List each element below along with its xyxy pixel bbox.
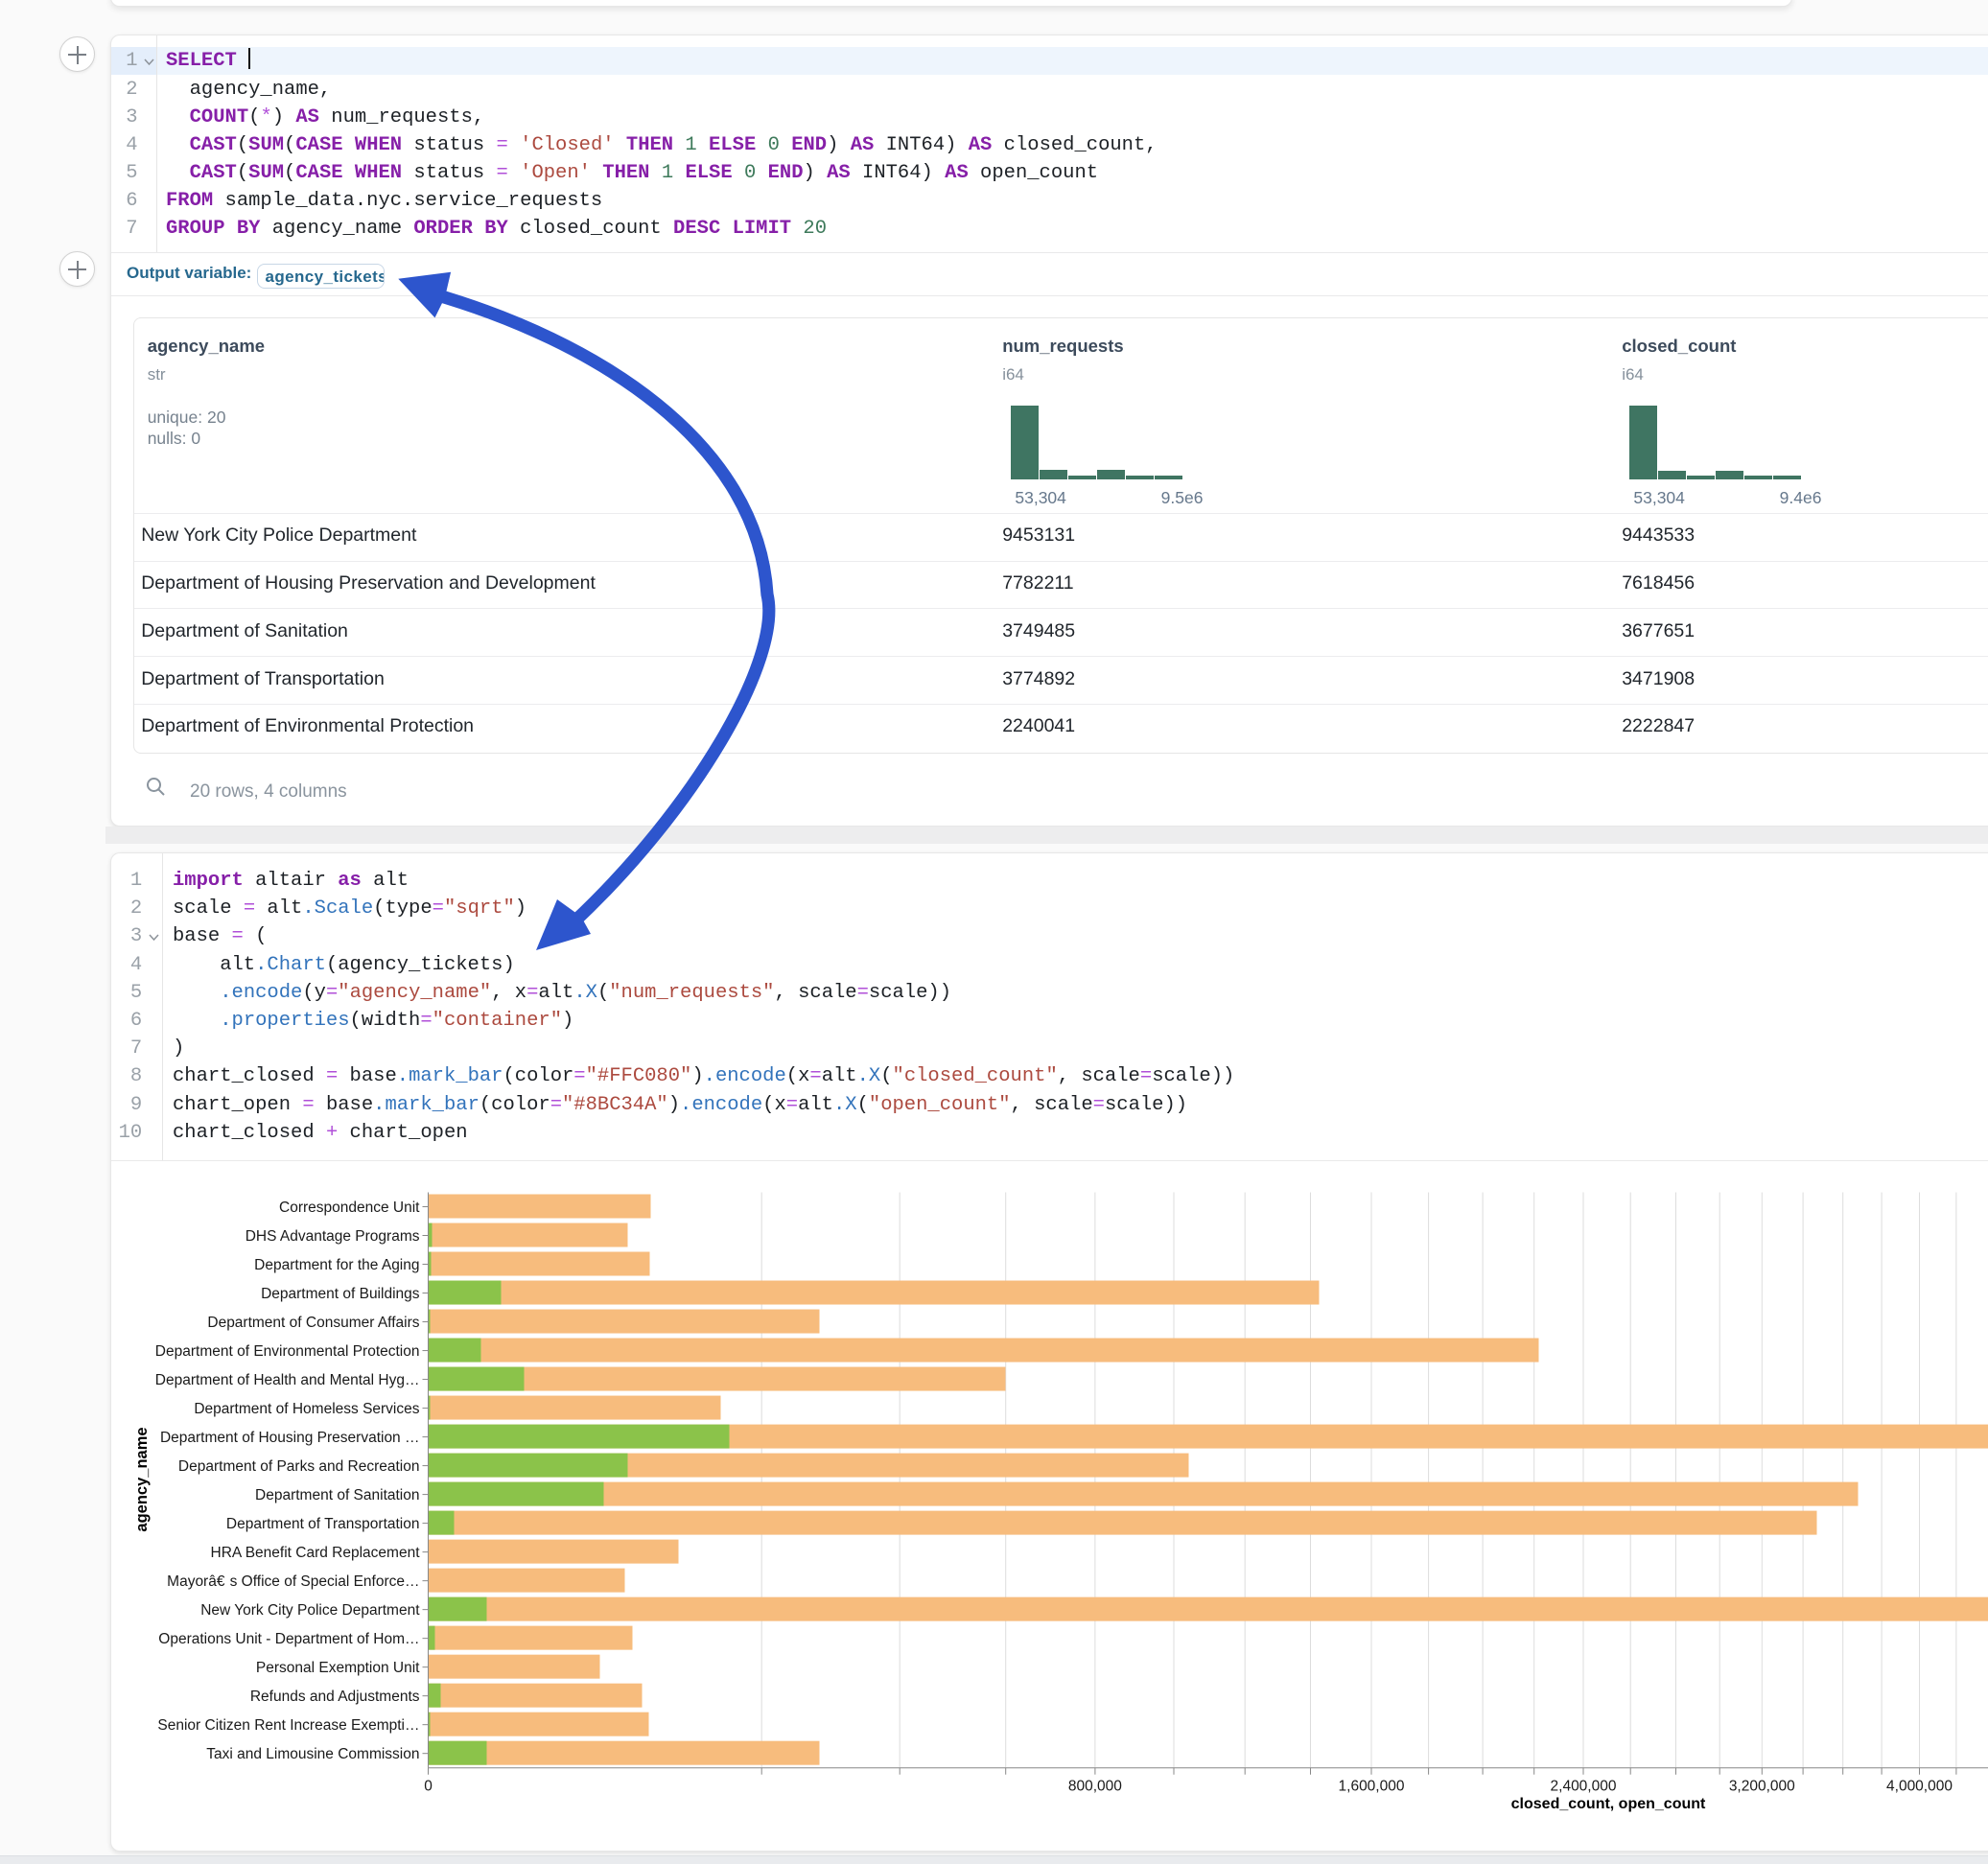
svg-text:HRA Benefit Card Replacement: HRA Benefit Card Replacement xyxy=(211,1545,421,1561)
svg-text:Personal Exemption Unit: Personal Exemption Unit xyxy=(256,1660,420,1676)
svg-text:New York City Police Departmen: New York City Police Department xyxy=(200,1602,420,1619)
svg-text:2,400,000: 2,400,000 xyxy=(1551,1779,1617,1795)
svg-text:Refunds and Adjustments: Refunds and Adjustments xyxy=(250,1689,420,1705)
svg-text:Taxi and Limousine Commission: Taxi and Limousine Commission xyxy=(206,1746,419,1762)
svg-text:Department of Housing Preserva: Department of Housing Preservation … xyxy=(160,1430,420,1446)
svg-text:800,000: 800,000 xyxy=(1068,1779,1122,1795)
svg-text:Department of Environmental Pr: Department of Environmental Protection xyxy=(155,1343,420,1360)
svg-text:DHS Advantage Programs: DHS Advantage Programs xyxy=(246,1228,420,1245)
svg-text:0: 0 xyxy=(424,1779,433,1795)
svg-text:Department of Transportation: Department of Transportation xyxy=(226,1516,420,1532)
svg-text:1,600,000: 1,600,000 xyxy=(1339,1779,1405,1795)
svg-text:agency_name: agency_name xyxy=(133,1427,151,1531)
svg-text:Department of Health and Menta: Department of Health and Mental Hyg… xyxy=(155,1372,420,1388)
svg-text:Department of Parks and Recrea: Department of Parks and Recreation xyxy=(178,1458,420,1475)
svg-text:Department of Consumer Affairs: Department of Consumer Affairs xyxy=(207,1315,419,1331)
svg-text:Senior Citizen Rent Increase E: Senior Citizen Rent Increase Exempti… xyxy=(157,1717,419,1734)
svg-text:Department for the Aging: Department for the Aging xyxy=(254,1257,419,1273)
svg-text:4,000,000: 4,000,000 xyxy=(1886,1779,1953,1795)
svg-text:closed_count, open_count: closed_count, open_count xyxy=(1511,1796,1706,1812)
svg-text:Department of Buildings: Department of Buildings xyxy=(261,1286,420,1302)
svg-text:Mayorâ€ s Office of Special En: Mayorâ€ s Office of Special Enforce… xyxy=(167,1573,419,1590)
svg-text:Department of Homeless Service: Department of Homeless Services xyxy=(194,1401,419,1417)
svg-text:Operations Unit - Department o: Operations Unit - Department of Hom… xyxy=(158,1631,419,1647)
svg-text:3,200,000: 3,200,000 xyxy=(1729,1779,1795,1795)
svg-text:Correspondence Unit: Correspondence Unit xyxy=(279,1200,420,1216)
svg-text:Department of Sanitation: Department of Sanitation xyxy=(255,1487,419,1503)
